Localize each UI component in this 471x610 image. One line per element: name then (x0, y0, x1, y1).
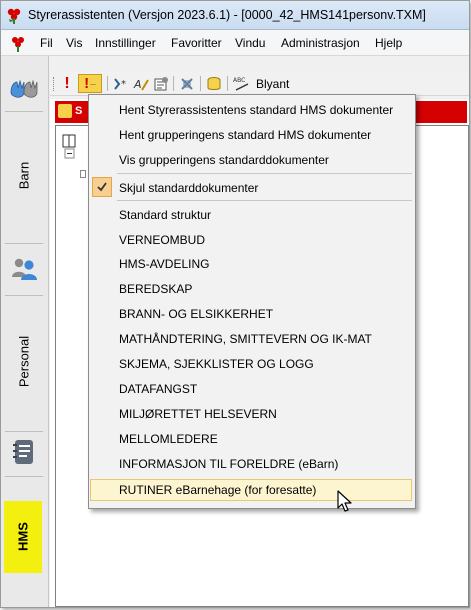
pencil-button-label: Blyant (256, 76, 290, 91)
toolbar-grip[interactable] (53, 77, 56, 91)
menu-item-verneombud[interactable]: VERNEOMBUD (119, 233, 205, 247)
sidebar-divider (5, 243, 43, 244)
toolbar-separator (200, 76, 201, 91)
sidebar-item-hms-label: HMS (15, 522, 31, 551)
edit-text-icon[interactable]: A (132, 74, 150, 93)
menu-separator (117, 173, 412, 174)
menu-vindu[interactable]: Vindu (235, 36, 265, 50)
module-sidebar: Barn Personal HMS (1, 56, 49, 607)
menu-separator (117, 200, 412, 201)
svg-text:*: * (121, 79, 126, 90)
menu-administrasjon[interactable]: Administrasjon (281, 36, 360, 50)
sidebar-item-personal-label: Personal (16, 335, 32, 388)
sidebar-item-personal[interactable]: Personal (5, 314, 43, 414)
menu-item-datafangst[interactable]: DATAFANGST (119, 382, 197, 396)
menu-item-mellomledere[interactable]: MELLOMLEDERE (119, 432, 218, 446)
menu-item-brann-elsikkerhet[interactable]: BRANN- OG ELSIKKERHET (119, 307, 273, 321)
sidebar-divider (5, 295, 43, 296)
exclamation-icon[interactable]: ! (60, 74, 74, 93)
menu-item-beredskap[interactable]: BEREDSKAP (119, 282, 192, 296)
app-logo-icon (7, 8, 21, 24)
properties-icon[interactable] (152, 74, 170, 93)
menu-innstillinger[interactable]: Innstillinger (95, 36, 156, 50)
new-item-icon[interactable]: * (112, 74, 130, 93)
sidebar-divider (5, 431, 43, 432)
book-icon (62, 134, 76, 148)
menu-item-skjema-sjekklister[interactable]: SKJEMA, SJEKKLISTER OG LOGG (119, 357, 314, 371)
menu-fil[interactable]: Fil (40, 36, 53, 50)
sidebar-divider (5, 111, 43, 112)
window-title: Styrerassistenten (Versjon 2023.6.1) - [… (28, 8, 426, 22)
pencil-button[interactable]: ABC Blyant (233, 74, 299, 93)
sidebar-item-barn-label: Barn (16, 161, 32, 190)
delete-icon[interactable] (178, 74, 196, 93)
toolbar: ! !... * A ABC Blyant (50, 72, 469, 96)
mouse-cursor-icon (337, 490, 352, 512)
app-menu-icon[interactable] (9, 34, 27, 52)
notebook-icon[interactable] (13, 439, 35, 465)
menu-hjelp[interactable]: Hjelp (375, 36, 402, 50)
menu-item-miljorettet-helsevern[interactable]: MILJØRETTET HELSEVERN (119, 407, 277, 421)
svg-text:A: A (133, 78, 142, 91)
database-icon[interactable] (205, 74, 223, 93)
checkmark-icon (92, 177, 112, 197)
menu-item-show-group-docs[interactable]: Vis grupperingens standarddokumenter (119, 153, 329, 167)
standard-docs-dropdown-icon[interactable]: !... (78, 74, 102, 93)
document-icon (58, 104, 72, 118)
document-tab-label: S (75, 105, 83, 117)
menu-item-hms-avdeling[interactable]: HMS-AVDELING (119, 257, 209, 271)
menu-item-fetch-assistant-docs[interactable]: Hent Styrerassistentens standard HMS dok… (119, 103, 393, 117)
menu-item-informasjon-foreldre[interactable]: INFORMASJON TIL FORELDRE (eBarn) (119, 457, 338, 471)
menu-favoritter[interactable]: Favoritter (171, 36, 222, 50)
standard-docs-menu: Hent Styrerassistentens standard HMS dok… (88, 94, 416, 509)
app-window: Styrerassistenten (Versjon 2023.6.1) - [… (0, 0, 470, 608)
menu-item-hide-standard-docs[interactable]: Skjul standarddokumenter (119, 181, 258, 195)
menu-item-rutiner-ebarnehage[interactable]: RUTINER eBarnehage (for foresatte) (119, 483, 316, 497)
people-icon[interactable] (10, 257, 38, 281)
menu-item-mathandtering[interactable]: MATHÅNDTERING, SMITTEVERN OG IK-MAT (119, 332, 372, 346)
toolbar-separator (173, 76, 174, 91)
sidebar-divider (5, 476, 43, 477)
sidebar-item-hms[interactable]: HMS (4, 501, 42, 573)
hands-icon[interactable] (8, 78, 40, 100)
menu-item-fetch-group-docs[interactable]: Hent grupperingens standard HMS dokument… (119, 128, 371, 142)
toolbar-separator (227, 76, 228, 91)
svg-text:ABC: ABC (233, 77, 245, 84)
title-bar: Styrerassistenten (Versjon 2023.6.1) - [… (1, 1, 469, 30)
menu-bar: Fil Vis Innstillinger Favoritter Vindu A… (1, 30, 469, 56)
toolbar-separator (107, 76, 108, 91)
menu-item-standard-structure[interactable]: Standard struktur (119, 208, 211, 222)
tree-node[interactable] (80, 170, 86, 178)
tree-collapse-icon[interactable] (64, 148, 76, 160)
spellcheck-pencil-icon: ABC (233, 77, 249, 91)
sidebar-item-barn[interactable]: Barn (5, 146, 43, 206)
menu-vis[interactable]: Vis (66, 36, 82, 50)
